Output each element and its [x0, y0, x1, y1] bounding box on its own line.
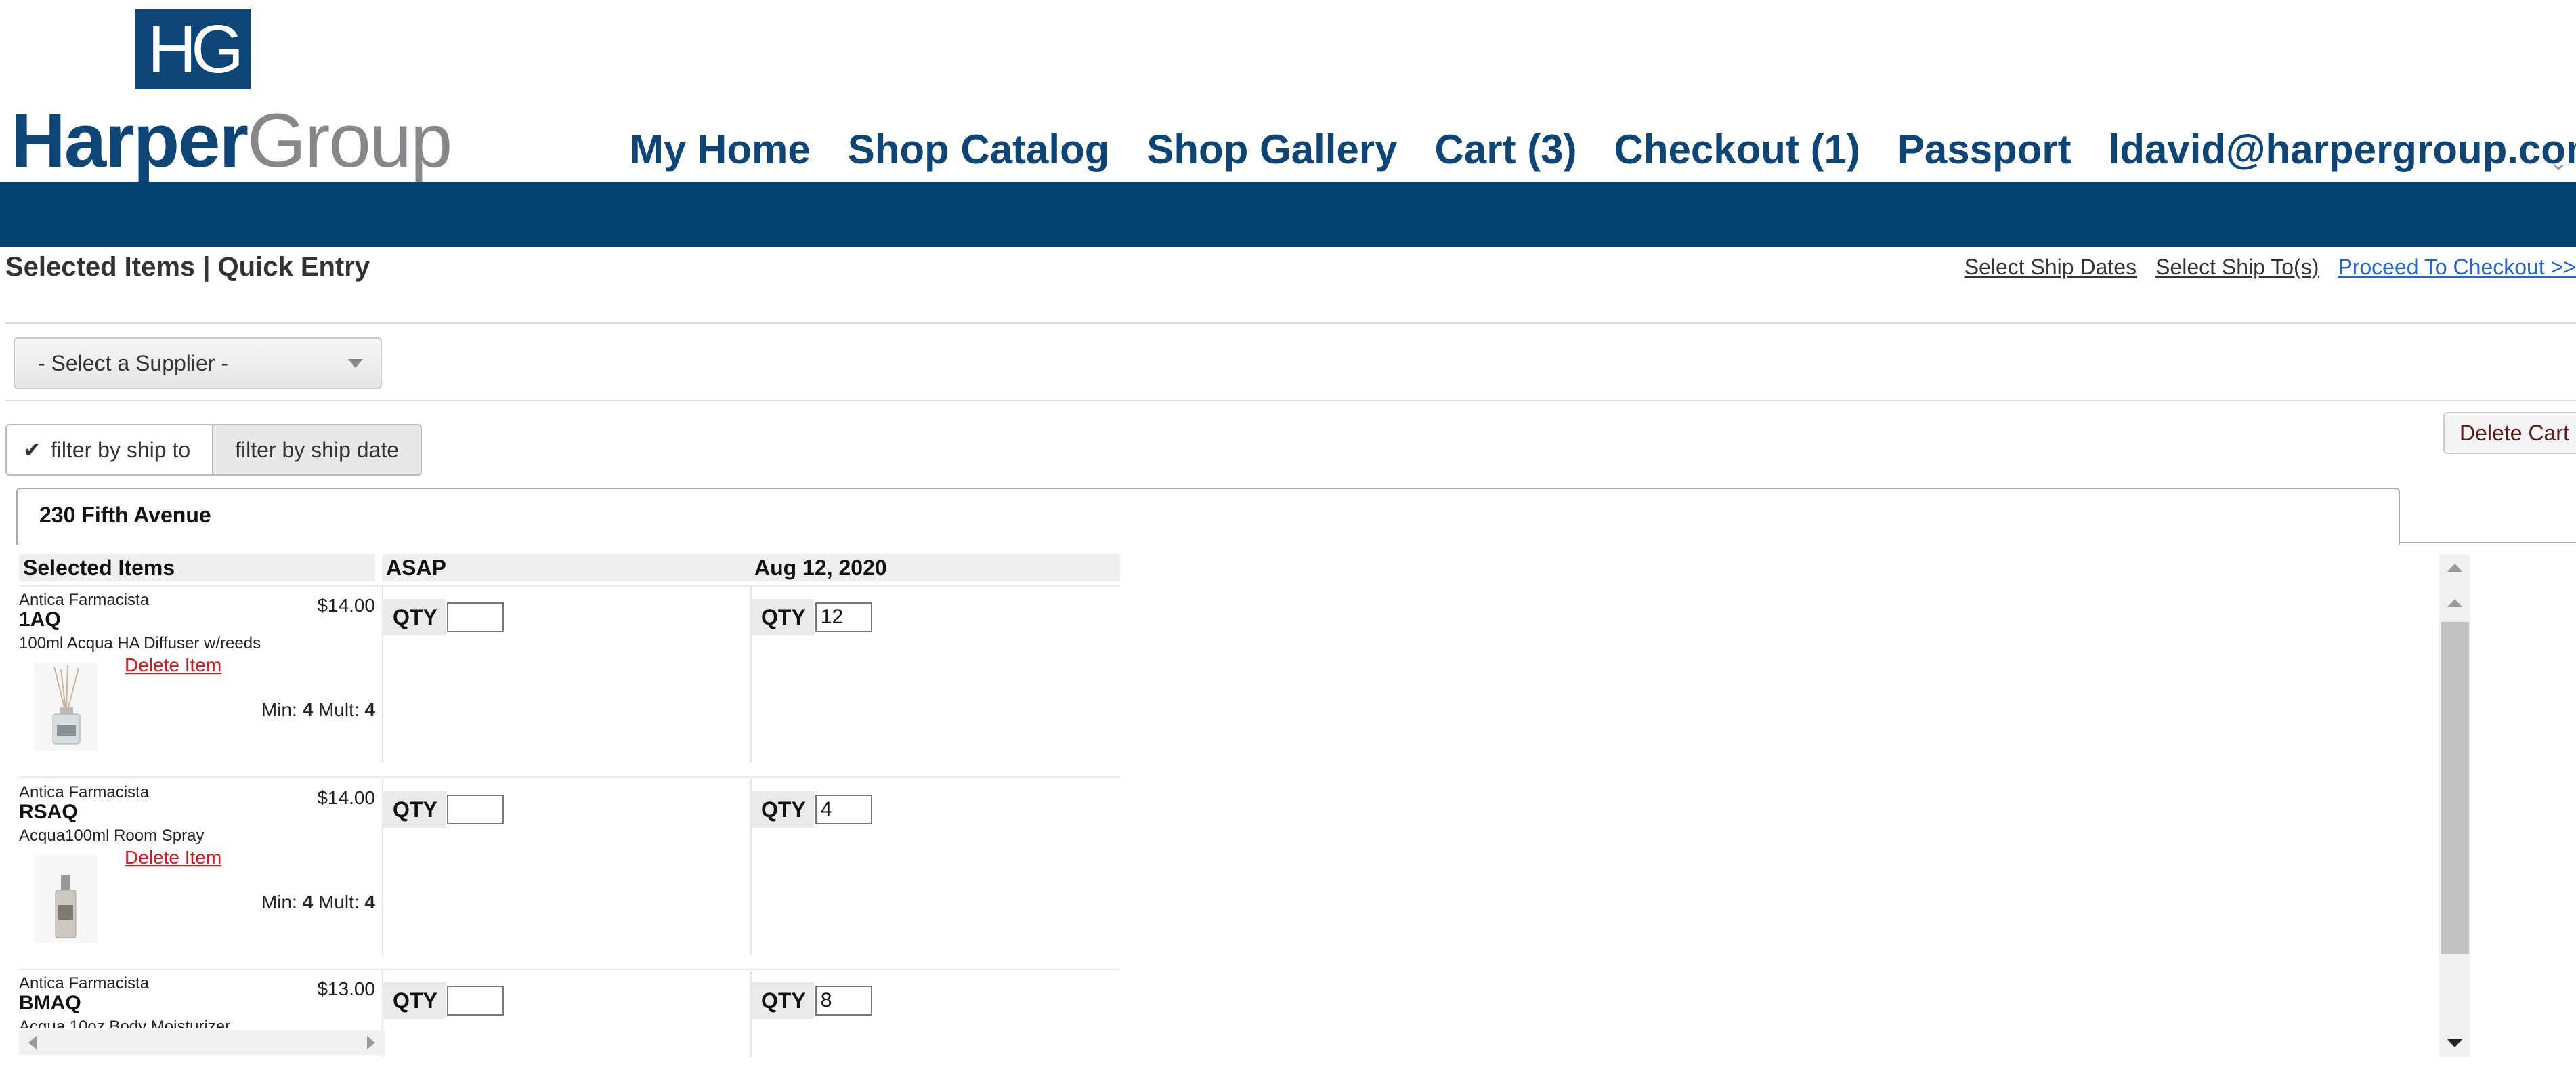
- room-spray-image[interactable]: [34, 855, 98, 943]
- reed-diffuser-image[interactable]: [34, 663, 98, 751]
- main-nav: My Home Shop Catalog Shop Gallery Cart (…: [630, 122, 2576, 176]
- nav-shop-catalog[interactable]: Shop Catalog: [848, 126, 1110, 173]
- supplier-select-value: - Select a Supplier -: [38, 350, 229, 375]
- item-code: RSAQ: [19, 801, 78, 823]
- supplier-select[interactable]: - Select a Supplier -: [14, 337, 382, 389]
- scroll-up-icon[interactable]: [2447, 599, 2462, 607]
- nav-passport[interactable]: Passport: [1897, 126, 2071, 173]
- vertical-scrollbar[interactable]: [2439, 554, 2470, 1057]
- qty-date-3: QTY: [752, 982, 872, 1019]
- item-description: Acqua100ml Room Spray: [19, 827, 205, 845]
- qty-date-1: QTY: [752, 599, 872, 635]
- delete-item-link[interactable]: Delete Item: [125, 847, 221, 869]
- qty-input-date[interactable]: [815, 986, 872, 1016]
- proceed-to-checkout-link[interactable]: Proceed To Checkout >>: [2338, 255, 2576, 280]
- scroll-up-icon[interactable]: [2447, 564, 2462, 572]
- divider: [5, 400, 2576, 401]
- page-title: Selected Items | Quick Entry: [5, 252, 370, 282]
- delete-cart-button[interactable]: Delete Cart: [2443, 412, 2576, 454]
- filter-toggle-group: ✔ filter by ship to filter by ship date: [5, 424, 423, 476]
- item-min-mult: Min: 4 Mult: 4: [261, 699, 375, 720]
- harpergroup-logo[interactable]: HG HarperGroup: [0, 0, 452, 183]
- viewport-edge: [0, 1057, 2576, 1088]
- horizontal-scrollbar[interactable]: [19, 1030, 385, 1055]
- item-code: BMAQ: [19, 992, 81, 1014]
- tab-label: 230 Fifth Avenue: [39, 503, 211, 527]
- qty-asap-2: QTY: [383, 791, 504, 828]
- logo-wordmark: HarperGroup: [11, 98, 452, 183]
- column-header-date: Aug 12, 2020: [750, 554, 1120, 581]
- checkmark-icon: ✔: [23, 438, 41, 462]
- qty-asap-3: QTY: [383, 982, 504, 1019]
- qty-input-asap[interactable]: [446, 986, 504, 1016]
- filter-by-ship-date-button[interactable]: filter by ship date: [213, 424, 423, 476]
- nav-user-account[interactable]: ldavid@harpergroup.com: [2109, 126, 2576, 173]
- qty-input-asap[interactable]: [446, 602, 504, 632]
- scrollbar-thumb[interactable]: [2441, 622, 2469, 954]
- nav-checkout[interactable]: Checkout (1): [1614, 126, 1860, 173]
- divider: [5, 322, 2576, 324]
- item-price: $14.00: [317, 787, 375, 808]
- page-actions: Select Ship Dates Select Ship To(s) Proc…: [1946, 255, 2576, 280]
- header-band: [0, 182, 2576, 247]
- nav-shop-gallery[interactable]: Shop Gallery: [1146, 126, 1397, 173]
- delete-item-link[interactable]: Delete Item: [125, 654, 221, 676]
- item-price: $13.00: [317, 978, 375, 999]
- column-header-asap: ASAP: [382, 554, 750, 581]
- item-supplier: Antica Farmacista: [19, 591, 150, 609]
- item-supplier: Antica Farmacista: [19, 783, 150, 801]
- scroll-down-icon[interactable]: [2447, 1039, 2462, 1047]
- table-row: Antica Farmacista 1AQ $14.00 100ml Acqua…: [19, 591, 375, 778]
- item-code: 1AQ: [19, 608, 61, 631]
- scroll-left-icon[interactable]: [28, 1036, 37, 1049]
- select-ship-dates-link[interactable]: Select Ship Dates: [1965, 255, 2137, 280]
- item-min-mult: Min: 4 Mult: 4: [261, 892, 375, 913]
- caret-down-icon: [348, 359, 363, 368]
- qty-input-date[interactable]: [815, 795, 872, 824]
- item-supplier: Antica Farmacista: [19, 974, 150, 992]
- table-row: Antica Farmacista RSAQ $14.00 Acqua100ml…: [19, 783, 375, 970]
- table-row: Antica Farmacista BMAQ $13.00 Acqua 10oz…: [19, 974, 375, 1028]
- item-description: 100ml Acqua HA Diffuser w/reeds: [19, 634, 261, 652]
- item-price: $14.00: [317, 595, 375, 616]
- filter-by-ship-to-button[interactable]: ✔ filter by ship to: [5, 424, 214, 476]
- scroll-right-icon[interactable]: [367, 1036, 375, 1049]
- column-header-selected-items: Selected Items: [19, 554, 375, 581]
- qty-asap-1: QTY: [383, 599, 504, 635]
- logo-mark: HG: [135, 9, 251, 89]
- tab-baseline: [2400, 542, 2576, 543]
- select-ship-to-link[interactable]: Select Ship To(s): [2155, 255, 2319, 280]
- item-description: Acqua 10oz Body Moisturizer: [19, 1018, 231, 1028]
- chevron-down-icon[interactable]: ⌄: [2549, 149, 2569, 176]
- qty-input-asap[interactable]: [446, 795, 504, 824]
- qty-date-2: QTY: [752, 791, 872, 828]
- tab-ship-to-address[interactable]: 230 Fifth Avenue: [16, 488, 2400, 545]
- row-divider: [19, 585, 1120, 587]
- nav-cart[interactable]: Cart (3): [1435, 126, 1577, 173]
- nav-my-home[interactable]: My Home: [630, 126, 811, 173]
- qty-input-date[interactable]: [815, 602, 872, 632]
